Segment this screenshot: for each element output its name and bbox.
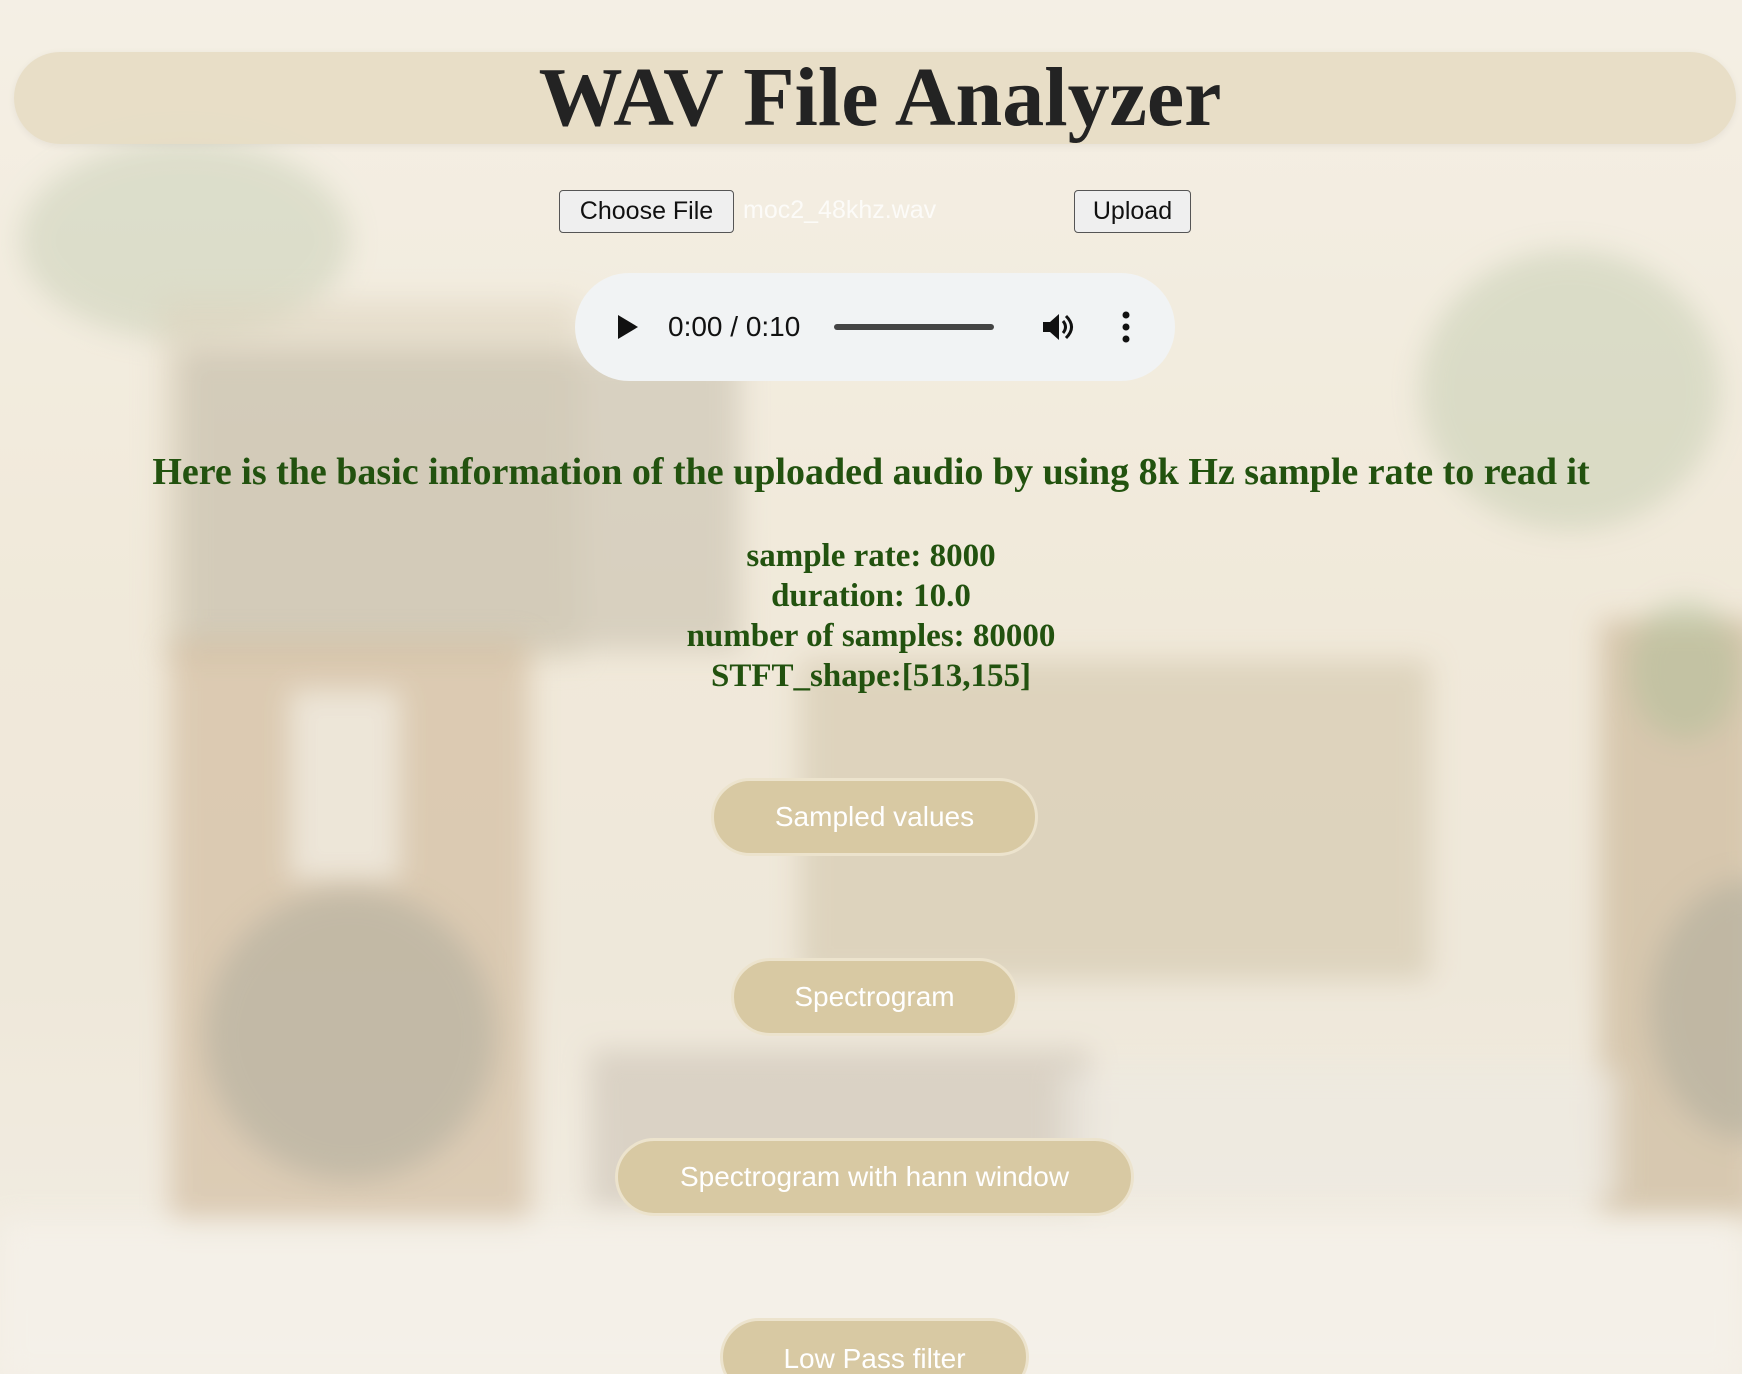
sampled-values-button[interactable]: Sampled values (711, 778, 1038, 856)
sample-rate-text: sample rate: 8000 (746, 538, 996, 574)
upload-form: Choose File moc2_48khz.wav Upload (0, 190, 1742, 234)
stft-shape-text: STFT_shape:[513,155] (711, 658, 1031, 694)
audio-progress-slider[interactable] (834, 324, 994, 330)
info-heading: Here is the basic information of the upl… (152, 451, 1590, 493)
num-samples-text: number of samples: 80000 (686, 618, 1056, 654)
volume-icon[interactable] (1041, 311, 1077, 343)
selected-file-name: moc2_48khz.wav (743, 196, 937, 224)
more-vertical-icon[interactable] (1121, 309, 1131, 345)
audio-time: 0:00 / 0:10 (668, 311, 801, 342)
title-bar: WAV File Analyzer (14, 52, 1736, 144)
audio-info-list: sample rate: 8000 duration: 10.0 number … (0, 536, 1742, 696)
page-title: WAV File Analyzer (538, 51, 1222, 144)
play-icon[interactable] (618, 315, 638, 339)
low-pass-filter-button[interactable]: Low Pass filter (720, 1318, 1029, 1374)
spectrogram-hann-button[interactable]: Spectrogram with hann window (615, 1138, 1134, 1216)
upload-button[interactable]: Upload (1074, 190, 1191, 233)
spectrogram-button[interactable]: Spectrogram (731, 958, 1018, 1036)
audio-player: 0:00 / 0:10 (575, 273, 1175, 381)
duration-text: duration: 10.0 (771, 578, 971, 614)
choose-file-button[interactable]: Choose File (559, 190, 734, 233)
page: WAV File Analyzer Choose File moc2_48khz… (0, 0, 1742, 1374)
